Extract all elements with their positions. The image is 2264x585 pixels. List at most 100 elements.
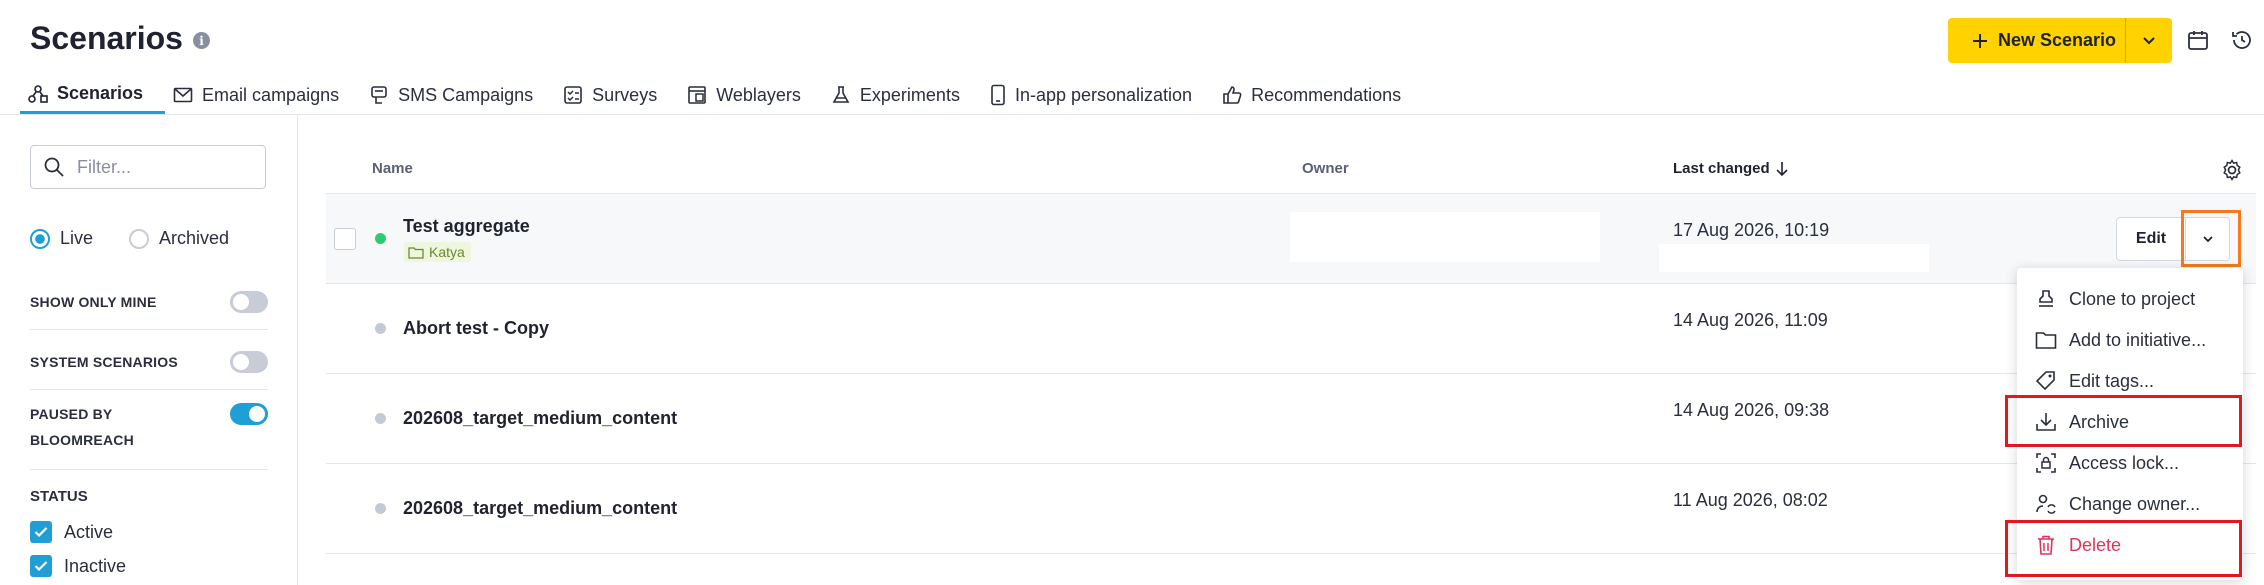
sms-icon (371, 86, 387, 104)
last-changed-date: 11 Aug 2026, 08:02 (1673, 490, 1828, 510)
menu-item-add-to-initiative[interactable]: Add to initiative... (2017, 321, 2243, 359)
new-scenario-button[interactable]: New Scenario (1948, 18, 2126, 63)
column-header-name[interactable]: Name (372, 160, 413, 177)
last-changed-date: 14 Aug 2026, 11:09 (1673, 310, 1828, 330)
tab-label: Scenarios (57, 83, 144, 103)
system-scenarios-row: SYSTEM SCENARIOS (30, 349, 268, 375)
stamp-icon (2039, 290, 2053, 307)
dropdown-button-highlight (2181, 210, 2241, 267)
scenario-name[interactable]: Test aggregate (403, 216, 530, 237)
chevron-down-icon (2143, 36, 2155, 44)
tab-weblayers[interactable]: Weblayers (679, 76, 823, 114)
status-inactive-label: Inactive (64, 555, 127, 576)
radio-live[interactable]: Live (30, 228, 93, 249)
tab-label: Weblayers (716, 84, 801, 105)
calendar-icon[interactable] (2184, 26, 2212, 54)
phone-icon (991, 84, 1005, 106)
new-scenario-button-group: New Scenario (1948, 18, 2172, 63)
menu-item-label: Add to initiative... (2069, 329, 2207, 350)
plus-icon (1973, 33, 1987, 48)
tab-scenarios[interactable]: Scenarios (20, 76, 166, 114)
menu-item-clone-to-project[interactable]: Clone to project (2017, 280, 2243, 318)
folder-tag[interactable]: Katya (404, 242, 471, 262)
edit-button[interactable]: Edit (2116, 217, 2186, 261)
folder-icon (408, 246, 424, 259)
table-row[interactable]: Test aggregate Katya 17 Aug 2026, 10:19 … (326, 194, 2256, 284)
paused-by-bloomreach-row: PAUSED BY BLOOMREACH (30, 401, 268, 453)
status-active-row[interactable]: Active (30, 521, 113, 543)
folder-icon (2035, 332, 2057, 349)
tab-experiments[interactable]: Experiments (823, 76, 982, 114)
table-settings-gear-icon[interactable] (2220, 158, 2244, 187)
column-name-label: Name (372, 160, 413, 177)
scenario-name[interactable]: 202608_target_medium_content (403, 498, 677, 519)
filter-input[interactable] (77, 156, 247, 178)
system-scenarios-toggle[interactable] (230, 351, 268, 373)
column-header-owner[interactable]: Owner (1302, 160, 1349, 177)
tab-in-app-personalization[interactable]: In-app personalization (982, 76, 1214, 114)
sort-down-arrow-icon (1776, 161, 1788, 176)
scenario-icon (28, 84, 48, 103)
menu-item-access-lock[interactable]: Access lock... (2017, 444, 2243, 482)
live-status-dot (375, 233, 386, 244)
sidebar-divider (30, 329, 268, 330)
status-inactive-checkbox[interactable] (30, 555, 52, 577)
radio-archived-label: Archived (159, 228, 230, 248)
tab-sms-campaigns[interactable]: SMS Campaigns (361, 76, 555, 114)
status-dot (375, 503, 386, 514)
radio-live-indicator[interactable] (30, 228, 50, 249)
scenario-name[interactable]: 202608_target_medium_content (403, 408, 677, 429)
checklist-icon (564, 86, 582, 104)
thumbs-up-icon (1223, 86, 1242, 104)
archive-highlight (2005, 395, 2242, 447)
status-section-title: STATUS (30, 488, 88, 505)
radio-archived-indicator[interactable] (129, 228, 150, 249)
status-active-checkbox[interactable] (30, 521, 52, 543)
tab-label: Recommendations (1251, 84, 1402, 105)
table-row[interactable]: 202608_target_medium_content 11 Aug 2026… (326, 464, 2256, 554)
paused-by-label-line1: PAUSED BY (30, 406, 113, 422)
system-scenarios-label: SYSTEM SCENARIOS (30, 354, 178, 370)
table-row[interactable]: Abort test - Copy 14 Aug 2026, 11:09 (326, 284, 2256, 374)
checkmark-icon (34, 527, 48, 538)
date-subline-redacted (1659, 244, 1929, 272)
scenario-name[interactable]: Abort test - Copy (403, 318, 549, 339)
tab-surveys[interactable]: Surveys (555, 76, 679, 114)
access-lock-icon (2036, 453, 2056, 473)
tabs-divider (0, 114, 2264, 115)
live-archived-radio-group: Live Archived (30, 228, 251, 249)
column-header-last-changed[interactable]: Last changed (1673, 160, 1788, 177)
delete-highlight (2005, 520, 2242, 577)
menu-item-label: Change owner... (2069, 493, 2201, 514)
history-icon[interactable] (2228, 26, 2256, 54)
status-dot (375, 323, 386, 334)
paused-by-bloomreach-label: PAUSED BY BLOOMREACH (30, 401, 134, 453)
info-icon[interactable]: i (192, 32, 210, 49)
menu-item-change-owner[interactable]: Change owner... (2017, 485, 2243, 523)
new-scenario-dropdown-button[interactable] (2126, 18, 2172, 63)
column-last-changed-label: Last changed (1673, 160, 1770, 177)
paused-by-label-line2: BLOOMREACH (30, 432, 134, 448)
new-scenario-label: New Scenario (1998, 30, 2117, 50)
filter-field[interactable] (30, 145, 266, 189)
show-only-mine-toggle[interactable] (230, 291, 268, 313)
owner-cell-redacted (1290, 212, 1600, 262)
tab-label: Email campaigns (202, 84, 340, 105)
flask-icon (832, 86, 850, 103)
tab-email-campaigns[interactable]: Email campaigns (165, 76, 361, 114)
tab-label: Experiments (859, 84, 960, 105)
radio-live-label: Live (60, 228, 94, 248)
tab-recommendations[interactable]: Recommendations (1214, 76, 1423, 114)
radio-archived[interactable]: Archived (129, 228, 229, 249)
table-row[interactable]: 202608_target_medium_content 14 Aug 2026… (326, 374, 2256, 464)
status-inactive-row[interactable]: Inactive (30, 555, 126, 577)
paused-by-bloomreach-toggle[interactable] (230, 403, 268, 425)
weblayer-icon (688, 86, 707, 104)
sidebar-filters: Live Archived SHOW ONLY MINE SYSTEM SCEN… (0, 115, 298, 585)
checkmark-icon (34, 561, 48, 572)
column-owner-label: Owner (1302, 160, 1349, 177)
menu-item-label: Access lock... (2069, 452, 2180, 473)
row-checkbox[interactable] (334, 228, 356, 250)
last-changed-date: 14 Aug 2026, 09:38 (1673, 400, 1830, 420)
change-owner-icon (2036, 494, 2056, 514)
